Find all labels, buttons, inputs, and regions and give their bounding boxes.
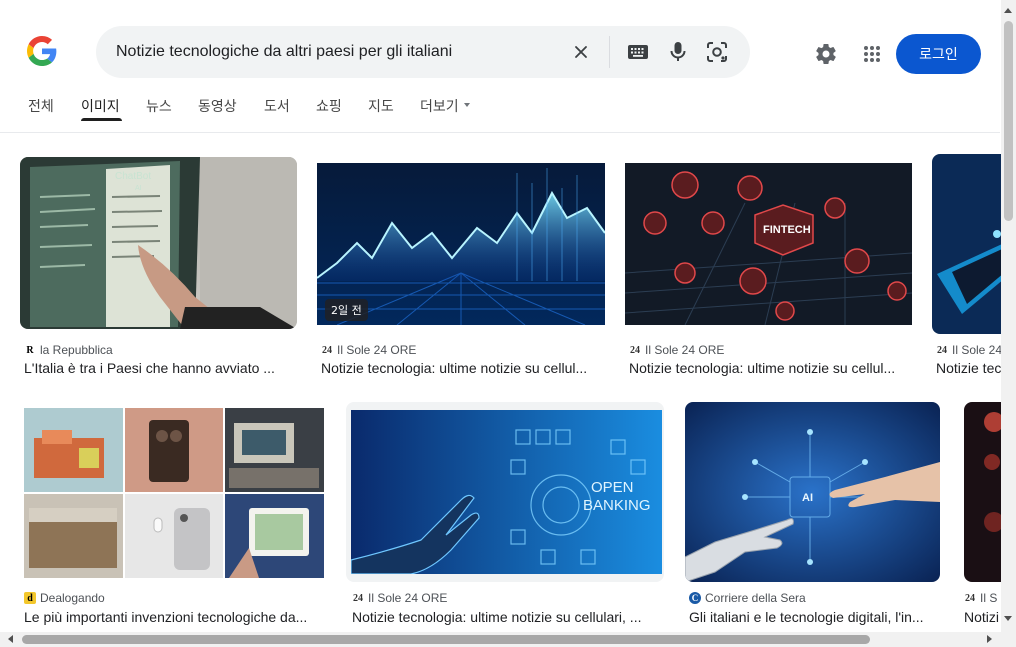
- scroll-left-arrow-icon[interactable]: [8, 635, 13, 643]
- thumb-chatbot-text: ChatBot: [115, 171, 151, 182]
- image-result-card[interactable]: OPEN BANKING 24 Il Sole 24 ORE Notizie t…: [346, 402, 664, 627]
- image-result-card[interactable]: 24 Il S Notizi: [960, 402, 1001, 627]
- clear-search-button[interactable]: [565, 36, 597, 68]
- thumb-chatbot-sub: AI: [135, 185, 142, 192]
- result-source: C Corriere della Sera: [689, 590, 939, 606]
- chevron-down-icon: [463, 103, 470, 107]
- result-title[interactable]: Notizie tec: [936, 360, 1001, 376]
- active-tab-indicator: [81, 118, 122, 121]
- vertical-scrollbar-thumb[interactable]: [1004, 21, 1013, 221]
- image-result-card[interactable]: FINTECH 24 Il Sole 24 ORE Notizie tecnol…: [625, 163, 912, 383]
- scroll-right-arrow-icon[interactable]: [987, 635, 992, 643]
- scroll-down-arrow-icon[interactable]: [1004, 616, 1012, 621]
- result-source: R la Repubblica: [24, 342, 294, 358]
- result-source: 24 Il Sole 24 ORE: [352, 590, 662, 606]
- tab-videos[interactable]: 동영상: [198, 96, 237, 116]
- horizontal-scrollbar-thumb[interactable]: [22, 635, 870, 644]
- tab-more-label: 더보기: [420, 99, 459, 115]
- result-source: d Dealogando: [24, 590, 324, 606]
- microphone-icon: [670, 42, 686, 61]
- result-source: 24 Il Sole 24 ORE: [321, 342, 601, 358]
- source-favicon: 24: [630, 344, 640, 356]
- source-favicon: C: [689, 592, 701, 604]
- result-title[interactable]: Notizi: [964, 609, 1001, 625]
- search-tabs: 전체 이미지 뉴스 동영상 도서 쇼핑 지도 더보기: [0, 90, 1000, 120]
- result-age-badge: 2일 전: [325, 299, 368, 321]
- result-thumbnail[interactable]: ChatBot AI: [20, 157, 297, 329]
- result-thumbnail[interactable]: AI: [685, 402, 940, 582]
- close-icon: [575, 46, 587, 58]
- result-source: 24 Il Sole 24: [936, 342, 1001, 358]
- tab-maps[interactable]: 지도: [368, 96, 394, 116]
- lens-icon: [707, 42, 727, 62]
- source-favicon: 24: [965, 592, 975, 604]
- source-name: la Repubblica: [40, 343, 113, 357]
- keyboard-button[interactable]: [622, 36, 654, 68]
- image-search-button[interactable]: [701, 36, 733, 68]
- apps-grid-icon: [864, 46, 880, 62]
- result-thumbnail[interactable]: OPEN BANKING: [346, 402, 664, 582]
- tab-all[interactable]: 전체: [28, 96, 54, 116]
- tab-more[interactable]: 더보기: [420, 96, 470, 116]
- tab-books[interactable]: 도서: [264, 96, 290, 116]
- google-logo[interactable]: [27, 36, 57, 66]
- thumb-banking-text: BANKING: [583, 497, 651, 514]
- result-title[interactable]: Le più importanti invenzioni tecnologich…: [24, 609, 324, 625]
- thumb-fintech-text: FINTECH: [763, 224, 811, 236]
- result-thumbnail[interactable]: 2일 전: [317, 163, 605, 325]
- source-favicon: 24: [353, 592, 363, 604]
- tab-news[interactable]: 뉴스: [146, 96, 172, 116]
- result-source: 24 Il S: [964, 590, 1001, 606]
- source-name: Il Sole 24 ORE: [337, 343, 417, 357]
- image-result-card[interactable]: AI C Corriere della Sera Gli italiani e …: [685, 402, 940, 627]
- image-result-card[interactable]: ChatBot AI R la Repubblica L'Italia è tr…: [20, 157, 297, 382]
- result-title[interactable]: Notizie tecnologia: ultime notizie su ce…: [321, 360, 603, 376]
- keyboard-icon: [628, 45, 648, 59]
- login-button[interactable]: 로그인: [896, 34, 981, 74]
- thumb-ai-text: AI: [802, 492, 813, 504]
- result-title[interactable]: L'Italia è tra i Paesi che hanno avviato…: [24, 360, 296, 376]
- source-name: Il S: [980, 591, 998, 605]
- search-bar: [96, 26, 750, 78]
- gear-icon: [816, 43, 836, 65]
- scroll-up-arrow-icon[interactable]: [1004, 8, 1012, 13]
- result-title[interactable]: Gli italiani e le tecnologie digitali, l…: [689, 609, 939, 625]
- image-result-card[interactable]: d Dealogando Le più importanti invenzion…: [20, 405, 326, 627]
- source-name: Corriere della Sera: [705, 591, 806, 605]
- header-divider: [0, 132, 1000, 133]
- source-name: Il Sole 24 ORE: [368, 591, 448, 605]
- source-name: Il Sole 24 ORE: [645, 343, 725, 357]
- result-title[interactable]: Notizie tecnologia: ultime notizie su ce…: [352, 609, 662, 625]
- image-result-card[interactable]: 24 Il Sole 24 Notizie tec: [932, 154, 1001, 383]
- source-favicon: 24: [322, 344, 332, 356]
- tab-shopping[interactable]: 쇼핑: [316, 96, 342, 116]
- settings-button[interactable]: [810, 38, 842, 70]
- source-favicon: R: [26, 344, 34, 356]
- thumb-open-text: OPEN: [591, 479, 634, 496]
- result-source: 24 Il Sole 24 ORE: [629, 342, 909, 358]
- google-apps-button[interactable]: [856, 38, 888, 70]
- voice-search-button[interactable]: [662, 36, 694, 68]
- source-favicon: 24: [937, 344, 947, 356]
- result-thumbnail[interactable]: [24, 408, 324, 578]
- source-name: Dealogando: [40, 591, 105, 605]
- result-title[interactable]: Notizie tecnologia: ultime notizie su ce…: [629, 360, 911, 376]
- result-thumbnail[interactable]: FINTECH: [625, 163, 912, 325]
- tab-images[interactable]: 이미지: [81, 96, 120, 116]
- image-result-card[interactable]: 2일 전 24 Il Sole 24 ORE Notizie tecnologi…: [317, 163, 605, 383]
- search-input[interactable]: [116, 41, 556, 63]
- result-thumbnail[interactable]: [964, 402, 1001, 582]
- source-name: Il Sole 24: [952, 343, 1001, 357]
- search-divider: [609, 36, 610, 68]
- result-thumbnail[interactable]: [932, 154, 1001, 334]
- source-favicon: d: [24, 592, 36, 604]
